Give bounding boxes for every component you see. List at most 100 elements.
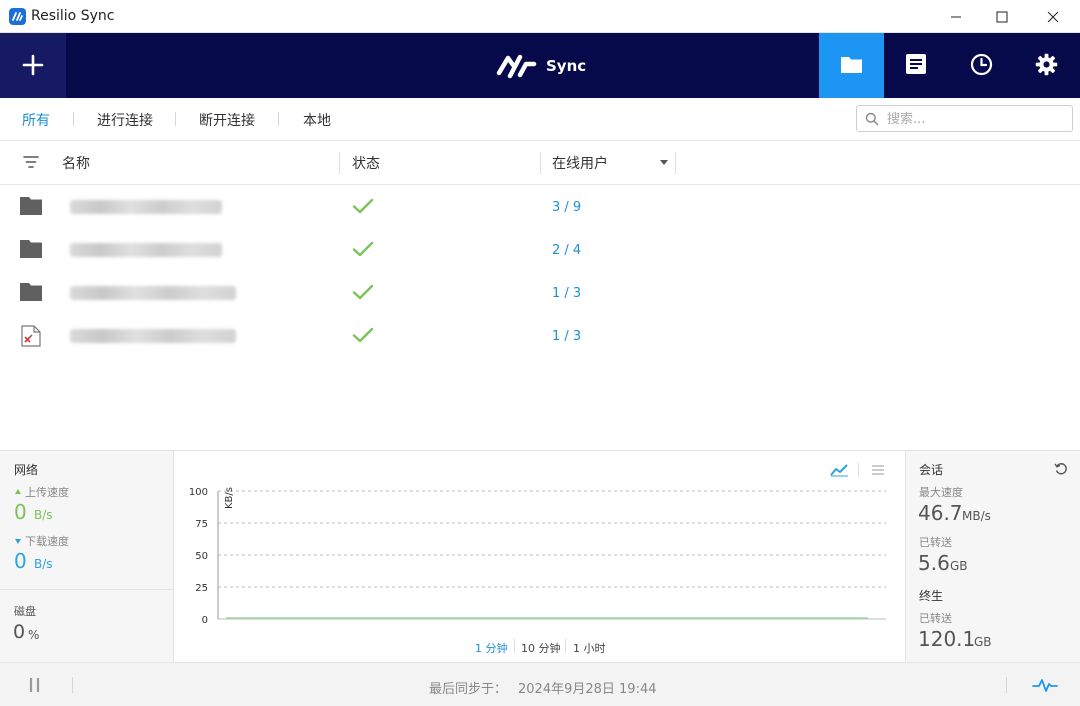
- folder-name-redacted: [70, 243, 222, 257]
- download-speed-label: 下载速度: [25, 535, 69, 548]
- chart-y-axis-label: KB/s: [224, 487, 235, 509]
- folder-icon: [20, 240, 42, 258]
- table-row[interactable]: 1 / 3: [0, 271, 1080, 314]
- nav-history-button[interactable]: [884, 33, 949, 98]
- synced-check-icon: [352, 327, 374, 343]
- transfer-chart-panel: 100 75 50 25 0 KB/s 1 分钟 10 分钟 1 小时: [174, 451, 905, 663]
- download-speed-unit: B/s: [34, 557, 53, 571]
- minimize-button[interactable]: [933, 0, 979, 33]
- session-panel: 会话 最大速度 46.7 MB/s 已转送 5.6 GB 终生 已转送 120.…: [905, 451, 1080, 663]
- max-speed-value: 46.7: [918, 501, 963, 525]
- chart-y-tick-label: 75: [195, 519, 208, 530]
- window-title: Resilio Sync: [31, 8, 115, 24]
- column-divider: [540, 152, 541, 174]
- table-row[interactable]: 3 / 9: [0, 185, 1080, 228]
- resilio-app-icon: [9, 8, 26, 25]
- column-online-users[interactable]: 在线用户: [552, 153, 608, 173]
- online-users-count: 3 / 9: [552, 200, 582, 215]
- chart-y-tick-label: 50: [195, 551, 208, 562]
- maximize-button[interactable]: [979, 0, 1025, 33]
- top-navigation: Sync: [0, 33, 1080, 98]
- last-sync-date: 2024年9月28日 19:44: [518, 682, 657, 697]
- range-divider: [565, 639, 566, 653]
- nav-clock-button[interactable]: [949, 33, 1014, 98]
- lifetime-transferred-unit: GB: [974, 635, 992, 649]
- lifetime-transferred-label: 已转送: [919, 612, 952, 625]
- folder-icon: [20, 283, 42, 301]
- online-users-count: 2 / 4: [552, 243, 582, 258]
- list-view-icon[interactable]: [870, 463, 886, 477]
- range-1-hour[interactable]: 1 小时: [573, 640, 606, 656]
- status-divider: [72, 677, 73, 693]
- nav-settings-button[interactable]: [1014, 33, 1079, 98]
- online-users-count: 1 / 3: [552, 286, 582, 301]
- range-10-minutes[interactable]: 10 分钟: [521, 640, 561, 656]
- folder-name-redacted: [70, 286, 236, 300]
- column-divider: [339, 152, 340, 174]
- pause-icon[interactable]: [28, 677, 42, 693]
- table-header: 名称 状态 在线用户: [0, 141, 1080, 185]
- disk-usage-unit: %: [28, 628, 40, 642]
- tab-disconnected[interactable]: 断开连接: [199, 110, 255, 130]
- folder-icon: [20, 197, 42, 215]
- tab-local[interactable]: 本地: [303, 110, 331, 130]
- folder-icon: [841, 57, 862, 73]
- table-row[interactable]: 2 / 4: [0, 228, 1080, 271]
- clock-icon: [970, 53, 993, 76]
- session-transferred-unit: GB: [950, 559, 968, 573]
- maximize-icon: [996, 11, 1008, 23]
- chart-view-divider: [858, 463, 859, 477]
- search-input[interactable]: [887, 109, 1067, 129]
- network-panel: 网络 上传速度 0 B/s 下载速度 0 B/s 磁盘 0 %: [0, 451, 174, 663]
- column-name[interactable]: 名称: [62, 153, 90, 173]
- line-chart-view-icon[interactable]: [830, 463, 849, 477]
- session-transferred-value: 5.6: [918, 551, 950, 575]
- range-divider: [514, 639, 515, 653]
- range-1-minute[interactable]: 1 分钟: [475, 640, 508, 656]
- close-button[interactable]: [1030, 0, 1076, 33]
- sort-dropdown-icon[interactable]: [660, 160, 668, 165]
- lifetime-transferred-value: 120.1: [918, 627, 976, 651]
- resilio-logo-icon: [496, 54, 537, 79]
- search-box[interactable]: [856, 105, 1073, 132]
- folder-list: 3 / 9 2 / 4 1 / 3 1 / 3: [0, 185, 1080, 450]
- nav-folders-button[interactable]: [819, 33, 884, 98]
- column-status[interactable]: 状态: [352, 153, 380, 173]
- tab-divider: [175, 112, 176, 126]
- reset-icon[interactable]: [1054, 462, 1068, 476]
- tab-all[interactable]: 所有: [22, 110, 50, 130]
- activity-pulse-icon[interactable]: [1032, 677, 1058, 693]
- folder-name-redacted: [70, 329, 236, 343]
- chart-y-tick-label: 25: [195, 583, 208, 594]
- column-divider: [675, 152, 676, 174]
- chart-grid: [217, 490, 886, 620]
- search-icon: [865, 112, 879, 126]
- panel-divider: [0, 589, 174, 590]
- download-arrow-icon: [15, 539, 21, 544]
- online-users-count: 1 / 3: [552, 329, 582, 344]
- folder-name-redacted: [70, 200, 222, 214]
- session-title: 会话: [919, 463, 944, 477]
- table-row[interactable]: 1 / 3: [0, 314, 1080, 357]
- upload-speed-value: 0: [14, 500, 27, 524]
- title-bar: Resilio Sync: [0, 0, 1080, 33]
- max-speed-unit: MB/s: [962, 509, 991, 523]
- max-speed-label: 最大速度: [919, 486, 963, 499]
- status-bar: 最后同步于： 2024年9月28日 19:44: [0, 662, 1080, 706]
- chart-y-ticks: 100 75 50 25 0: [189, 487, 208, 626]
- speed-chart: 100 75 50 25 0 KB/s: [189, 487, 886, 626]
- last-sync-label: 最后同步于：: [429, 682, 508, 697]
- network-title: 网络: [14, 463, 39, 477]
- close-icon: [1047, 11, 1059, 23]
- disk-usage-value: 0: [13, 621, 26, 643]
- add-folder-button[interactable]: [0, 33, 66, 98]
- synced-check-icon: [352, 284, 374, 300]
- gear-icon: [1035, 53, 1058, 76]
- synced-check-icon: [352, 198, 374, 214]
- disk-title: 磁盘: [14, 605, 36, 618]
- minimize-icon: [951, 16, 961, 18]
- tab-connected[interactable]: 进行连接: [97, 110, 153, 130]
- filter-sort-icon[interactable]: [23, 155, 39, 169]
- chart-y-tick-label: 100: [189, 487, 208, 498]
- plus-icon: [22, 54, 44, 76]
